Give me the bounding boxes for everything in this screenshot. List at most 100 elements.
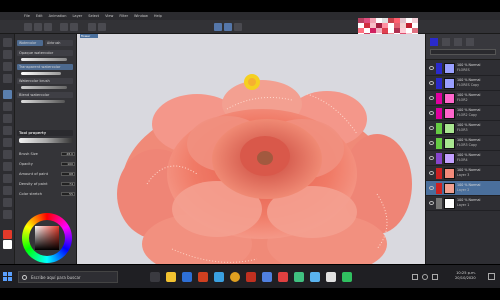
taskbar-clock[interactable]: 10:25 p.m. 20/10/2020 <box>455 271 476 281</box>
layer-row[interactable]: 100 % Normal FLORES Copy <box>426 76 500 91</box>
eye-icon[interactable] <box>429 141 434 145</box>
blend-mode-select[interactable] <box>430 49 496 55</box>
canvas[interactable] <box>77 34 425 264</box>
menu-window[interactable]: Window <box>134 14 148 18</box>
selection-tool-icon[interactable] <box>3 62 12 71</box>
saturation-brightness-square[interactable] <box>35 226 59 250</box>
app-icon[interactable] <box>246 272 256 282</box>
layer-color-icon[interactable] <box>430 38 438 46</box>
app-icon[interactable] <box>342 272 352 282</box>
figure-tool-icon[interactable] <box>3 186 12 195</box>
eye-icon[interactable] <box>429 96 434 100</box>
layer-thumbnail <box>444 198 455 209</box>
fill-tool-icon[interactable] <box>3 162 12 171</box>
undo-icon[interactable] <box>60 23 68 31</box>
snap-grid-icon[interactable] <box>224 23 232 31</box>
eye-icon[interactable] <box>429 171 434 175</box>
layer-row[interactable]: 100 % Normal FLOR3 Copy <box>426 136 500 151</box>
menu-select[interactable]: Select <box>88 14 99 18</box>
layer-mask-icon[interactable] <box>466 38 474 46</box>
layer-row[interactable]: 100 % Normal FLOR3 <box>426 121 500 136</box>
eyedropper-tool-icon[interactable] <box>3 74 12 83</box>
color-stretch-label: Color stretch <box>19 192 43 196</box>
system-tray-icon[interactable] <box>412 274 418 280</box>
eye-icon[interactable] <box>429 156 434 160</box>
menu-file[interactable]: File <box>24 14 30 18</box>
pencil-tool-icon[interactable] <box>3 102 12 111</box>
snap-perspective-icon[interactable] <box>234 23 242 31</box>
sub-color-swatch[interactable] <box>3 240 12 249</box>
task-view-icon[interactable] <box>150 272 160 282</box>
eye-icon[interactable] <box>429 66 434 70</box>
layer-thumbnail <box>444 153 455 164</box>
taskbar-search-box[interactable]: Escribe aquí para buscar <box>18 271 118 283</box>
windows-start-icon[interactable] <box>3 272 13 282</box>
zoom-tool-icon[interactable] <box>3 38 12 47</box>
opacity-field[interactable]: 100 <box>61 162 75 166</box>
color-stretch-field[interactable]: 55 <box>61 192 75 196</box>
transform-icon[interactable] <box>98 23 106 31</box>
brush-size-label: Brush Size <box>19 152 38 156</box>
brush-preview-stroke <box>21 58 67 61</box>
delete-layer-icon[interactable] <box>454 38 462 46</box>
menu-layer[interactable]: Layer <box>72 14 82 18</box>
new-layer-icon[interactable] <box>442 38 450 46</box>
menu-help[interactable]: Help <box>154 14 162 18</box>
eye-icon[interactable] <box>429 126 434 130</box>
amount-of-paint-field[interactable]: 68 <box>61 172 75 176</box>
layer-row[interactable]: 100 % Normal FLOR2 Copy <box>426 106 500 121</box>
letterbox-top <box>0 0 500 12</box>
network-icon[interactable] <box>422 274 428 280</box>
notification-icon[interactable] <box>488 273 495 280</box>
brush-tool-icon[interactable] <box>3 114 12 123</box>
layer-thumbnail <box>444 183 455 194</box>
canvas-tab[interactable]: flower <box>80 34 98 38</box>
open-icon[interactable] <box>34 23 42 31</box>
save-icon[interactable] <box>44 23 52 31</box>
gradient-tool-icon[interactable] <box>3 174 12 183</box>
layer-row-selected[interactable]: 100 % Normal Layer 2 <box>426 181 500 196</box>
app-icon[interactable] <box>294 272 304 282</box>
layer-row[interactable]: 100 % Normal Layer 3 <box>426 166 500 181</box>
redo-icon[interactable] <box>70 23 78 31</box>
eraser-tool-icon[interactable] <box>3 138 12 147</box>
app-icon[interactable] <box>278 272 288 282</box>
eye-icon[interactable] <box>429 81 434 85</box>
search-placeholder: Escribe aquí para buscar <box>31 275 81 280</box>
edge-browser-icon[interactable] <box>182 272 192 282</box>
snap-ruler-icon[interactable] <box>214 23 222 31</box>
chrome-icon[interactable] <box>230 272 240 282</box>
pen-tool-icon[interactable] <box>3 90 12 99</box>
file-explorer-icon[interactable] <box>166 272 176 282</box>
blend-tool-icon[interactable] <box>3 150 12 159</box>
layer-name: FLORES Copy <box>457 83 480 87</box>
brush-size-field[interactable]: 28.0 <box>61 152 75 156</box>
new-file-icon[interactable] <box>24 23 32 31</box>
layer-row[interactable]: 100 % Normal FLORES <box>426 61 500 76</box>
text-tool-icon[interactable] <box>3 198 12 207</box>
app-icon[interactable] <box>262 272 272 282</box>
office-icon[interactable] <box>198 272 208 282</box>
density-of-paint-field[interactable]: 74 <box>61 182 75 186</box>
eye-icon[interactable] <box>429 186 434 190</box>
clip-studio-icon[interactable] <box>310 272 320 282</box>
eye-icon[interactable] <box>429 111 434 115</box>
main-color-swatch[interactable] <box>3 230 12 239</box>
clear-icon[interactable] <box>88 23 96 31</box>
menu-animation[interactable]: Animation <box>49 14 67 18</box>
opacity-label: Opacity <box>19 162 33 166</box>
layer-row[interactable]: 100 % Normal FLOR4 <box>426 151 500 166</box>
airbrush-tool-icon[interactable] <box>3 126 12 135</box>
layer-row[interactable]: 100 % Normal Layer 1 <box>426 196 500 211</box>
menu-edit[interactable]: Edit <box>36 14 43 18</box>
menu-view[interactable]: View <box>105 14 113 18</box>
move-tool-icon[interactable] <box>3 50 12 59</box>
store-icon[interactable] <box>214 272 224 282</box>
ruler-tool-icon[interactable] <box>3 210 12 219</box>
menu-filter[interactable]: Filter <box>119 14 128 18</box>
eye-icon[interactable] <box>429 201 434 205</box>
volume-icon[interactable] <box>432 274 438 280</box>
layer-row[interactable]: 100 % Normal FLOR2 <box>426 91 500 106</box>
app-icon[interactable] <box>326 272 336 282</box>
layer-blend-label: 100 % Normal <box>457 153 481 157</box>
